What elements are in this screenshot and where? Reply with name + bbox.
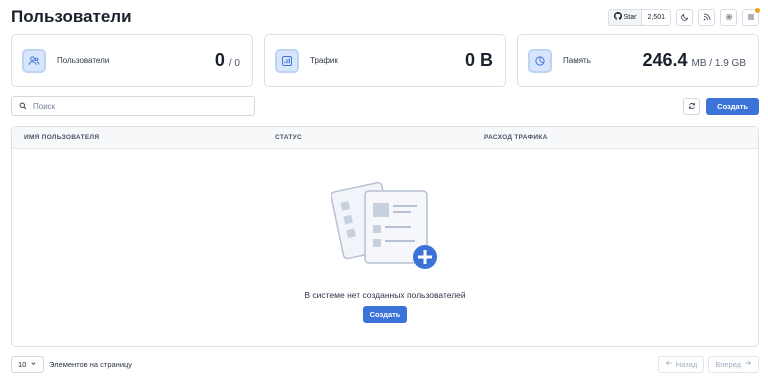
stat-card-traffic: Трафик 0 B <box>264 34 506 87</box>
pie-icon <box>528 48 552 73</box>
users-table: ИМЯ ПОЛЬЗОВАТЕЛЯ СТАТУС РАСХОД ТРАФИКА В… <box>11 126 759 347</box>
stat-label-memory: Память <box>563 56 591 65</box>
stat-users-value: 0 <box>214 50 225 70</box>
stat-value-traffic: 0 B <box>465 50 493 71</box>
refresh-button[interactable] <box>683 97 701 115</box>
github-star-count[interactable]: 2,501 <box>642 9 670 25</box>
moon-icon <box>680 8 689 26</box>
pager: Назад Вперед <box>657 355 759 373</box>
next-page-button[interactable]: Вперед <box>708 355 759 373</box>
gear-icon <box>725 8 733 26</box>
stat-users-total: / 0 <box>228 58 240 69</box>
empty-state-text: В системе нет созданных пользователей <box>304 290 466 300</box>
page-size-select[interactable]: 10 <box>11 355 44 373</box>
github-star-button[interactable]: Star 2,501 <box>607 8 671 26</box>
per-page-label: Элементов на страницу <box>49 359 133 369</box>
empty-create-button[interactable]: Создать <box>362 306 408 323</box>
settings-button[interactable] <box>720 8 737 26</box>
pagination-bar: 10 Элементов на страницу Назад Вперед <box>11 355 759 373</box>
chart-icon <box>275 48 299 73</box>
rss-icon <box>703 8 711 26</box>
next-page-label: Вперед <box>715 359 741 369</box>
create-user-button[interactable]: Создать <box>706 97 759 115</box>
refresh-icon <box>688 97 696 115</box>
stat-traffic-value: 0 B <box>464 50 493 70</box>
arrow-left-icon <box>665 359 673 369</box>
search-box[interactable] <box>11 96 255 116</box>
table-header: ИМЯ ПОЛЬЗОВАТЕЛЯ СТАТУС РАСХОД ТРАФИКА <box>12 127 758 149</box>
column-header-status[interactable]: СТАТУС <box>275 134 302 141</box>
stat-memory-value: 246.4 <box>642 50 688 70</box>
toolbar: Создать <box>11 96 759 116</box>
github-star-label: Star <box>623 13 637 21</box>
page-header: Пользователи Star 2,501 <box>11 6 760 28</box>
chevron-down-icon <box>30 360 37 369</box>
column-header-traffic[interactable]: РАСХОД ТРАФИКА <box>484 134 548 141</box>
search-input[interactable] <box>33 101 233 111</box>
stat-card-users: Пользователи 0 / 0 <box>11 34 253 87</box>
stat-value-memory: 246.4 MB / 1.9 GB <box>642 50 746 71</box>
empty-illustration <box>330 177 439 276</box>
page-size-value: 10 <box>18 359 27 369</box>
stat-label-users: Пользователи <box>57 56 110 65</box>
empty-state: В системе нет созданных пользователей Со… <box>12 149 758 346</box>
menu-icon <box>747 8 755 26</box>
stat-card-memory: Память 246.4 MB / 1.9 GB <box>517 34 759 87</box>
stat-memory-total: MB / 1.9 GB <box>691 58 746 69</box>
prev-page-button[interactable]: Назад <box>657 355 705 373</box>
arrow-right-icon <box>744 359 752 369</box>
theme-toggle-button[interactable] <box>676 8 693 26</box>
subscription-button[interactable] <box>698 8 715 26</box>
header-actions: Star 2,501 <box>607 7 760 26</box>
prev-page-label: Назад <box>675 359 698 369</box>
page-title: Пользователи <box>11 7 132 26</box>
menu-button[interactable] <box>742 7 760 26</box>
stats-row: Пользователи 0 / 0 Трафик 0 B Память 246… <box>11 34 759 87</box>
stat-value-users: 0 / 0 <box>215 50 240 71</box>
github-star[interactable]: Star <box>608 9 643 25</box>
column-header-username[interactable]: ИМЯ ПОЛЬЗОВАТЕЛЯ <box>24 134 99 141</box>
users-icon <box>22 48 46 73</box>
search-icon <box>19 97 27 115</box>
github-icon <box>613 12 622 22</box>
stat-label-traffic: Трафик <box>310 56 338 65</box>
notification-dot <box>755 7 760 13</box>
